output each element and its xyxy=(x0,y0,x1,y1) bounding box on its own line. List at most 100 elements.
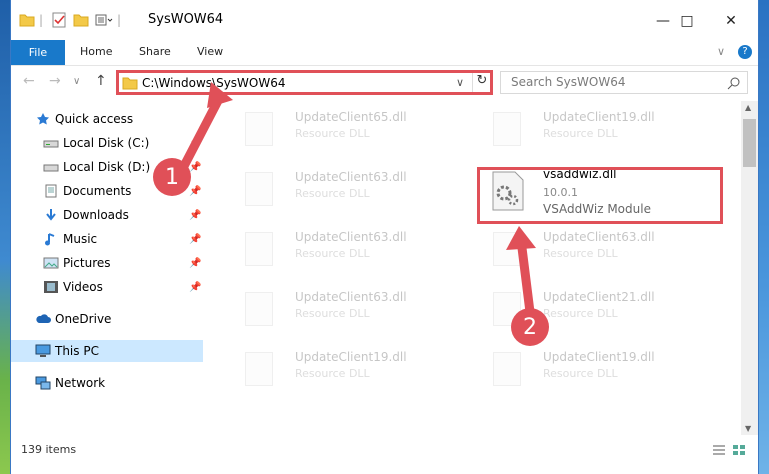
file-item[interactable]: UpdateClient19.dll Resource DLL xyxy=(477,345,717,395)
file-name: UpdateClient19.dll xyxy=(543,350,655,364)
search-placeholder: Search SysWOW64 xyxy=(511,75,626,89)
file-item[interactable]: UpdateClient63.dll Resource DLL xyxy=(229,165,469,215)
pin-icon: 📌 xyxy=(189,257,202,269)
forward-button[interactable]: → xyxy=(49,73,61,89)
file-type: Resource DLL xyxy=(543,127,618,140)
computer-icon xyxy=(35,344,51,357)
up-button[interactable]: ↑ xyxy=(95,73,107,89)
file-name: UpdateClient63.dll xyxy=(295,290,407,304)
scroll-up-arrow-icon[interactable]: ▲ xyxy=(745,103,751,112)
explorer-window: | | SysWOW64 — □ ✕ File Home Share View … xyxy=(10,0,759,474)
scrollbar-thumb[interactable] xyxy=(743,119,756,167)
sidebar-item-quick-access[interactable]: Quick access xyxy=(11,108,203,130)
item-count: 139 items xyxy=(21,443,77,456)
vsaddwiz-highlight-box xyxy=(477,167,723,224)
star-icon xyxy=(37,113,49,125)
dll-file-icon xyxy=(245,292,273,326)
file-item[interactable]: UpdateClient63.dll Resource DLL xyxy=(229,225,469,275)
tab-home[interactable]: Home xyxy=(80,45,112,58)
new-folder-icon[interactable] xyxy=(73,13,89,27)
callout-1: 1 xyxy=(153,158,191,196)
file-name: UpdateClient19.dll xyxy=(543,110,655,124)
folder-icon xyxy=(19,14,35,27)
file-type: Resource DLL xyxy=(543,247,618,260)
pin-icon: 📌 xyxy=(189,209,202,221)
file-type: Resource DLL xyxy=(295,127,370,140)
title-separator: | xyxy=(117,13,122,27)
file-type: Resource DLL xyxy=(295,247,370,260)
sidebar-item-label: This PC xyxy=(55,344,99,358)
sidebar-item-onedrive[interactable]: OneDrive xyxy=(11,308,203,330)
file-name: UpdateClient21.dll xyxy=(543,290,655,304)
dll-file-icon xyxy=(493,232,521,266)
address-dropdown-button[interactable]: ∨ xyxy=(456,76,464,89)
file-type: Resource DLL xyxy=(295,307,370,320)
documents-icon xyxy=(45,184,57,198)
sidebar-item-label: Videos xyxy=(63,280,103,294)
sidebar-item-label: Documents xyxy=(63,184,132,198)
file-name: UpdateClient63.dll xyxy=(543,230,655,244)
title-bar: | | SysWOW64 — □ ✕ xyxy=(11,0,758,40)
recent-locations-button[interactable]: ∨ xyxy=(73,76,80,87)
refresh-button[interactable]: ↻ xyxy=(472,73,491,92)
tab-file[interactable]: File xyxy=(11,40,65,65)
search-icon xyxy=(727,77,740,90)
sidebar-item-label: Downloads xyxy=(63,208,129,222)
drive-icon xyxy=(43,164,59,172)
window-title: SysWOW64 xyxy=(148,12,224,27)
network-icon xyxy=(35,376,51,390)
sidebar-item-label: OneDrive xyxy=(55,312,112,326)
sidebar-item-label: Pictures xyxy=(63,256,111,270)
desktop-background-left xyxy=(0,0,10,474)
file-list: UpdateClient65.dll Resource DLL UpdateCl… xyxy=(211,101,741,435)
tab-view[interactable]: View xyxy=(197,45,223,58)
file-item[interactable]: UpdateClient19.dll Resource DLL xyxy=(477,105,717,155)
pin-icon: 📌 xyxy=(189,137,202,149)
sidebar-item-downloads[interactable]: Downloads 📌 xyxy=(11,204,203,226)
dll-file-icon xyxy=(245,112,273,146)
pictures-icon xyxy=(43,257,59,269)
sidebar-item-pictures[interactable]: Pictures 📌 xyxy=(11,252,203,274)
back-button[interactable]: ← xyxy=(23,73,35,89)
close-button[interactable]: ✕ xyxy=(716,10,746,32)
details-view-icon[interactable] xyxy=(712,444,726,456)
help-button[interactable]: ? xyxy=(738,45,752,59)
callout-2: 2 xyxy=(511,308,549,346)
dll-file-icon xyxy=(493,112,521,146)
sidebar-item-label: Local Disk (D:) xyxy=(63,160,151,174)
dll-file-icon xyxy=(245,352,273,386)
file-name: UpdateClient63.dll xyxy=(295,230,407,244)
file-item[interactable]: UpdateClient65.dll Resource DLL xyxy=(229,105,469,155)
address-text: C:\Windows\SysWOW64 xyxy=(142,76,286,90)
pin-icon: 📌 xyxy=(189,233,202,245)
sidebar-item-local-disk-c[interactable]: Local Disk (C:) 📌 xyxy=(11,132,203,154)
file-type: Resource DLL xyxy=(543,307,618,320)
customize-toolbar-icon[interactable] xyxy=(95,13,113,27)
tab-share[interactable]: Share xyxy=(139,45,171,58)
dll-file-icon xyxy=(493,352,521,386)
navigation-pane: Quick access Local Disk (C:) 📌 Local Dis… xyxy=(11,101,203,435)
pin-icon: 📌 xyxy=(189,161,202,173)
maximize-button[interactable]: □ xyxy=(672,10,702,32)
address-bar[interactable]: C:\Windows\SysWOW64 ∨ ↻ xyxy=(116,70,493,95)
collapse-ribbon-button[interactable]: ∨ xyxy=(717,45,725,58)
sidebar-item-network[interactable]: Network xyxy=(11,372,203,394)
scroll-down-arrow-icon[interactable]: ▼ xyxy=(745,424,751,433)
sidebar-item-this-pc[interactable]: This PC xyxy=(11,340,203,362)
file-type: Resource DLL xyxy=(543,367,618,380)
folder-icon xyxy=(122,77,138,90)
search-box[interactable]: Search SysWOW64 xyxy=(500,71,748,94)
sidebar-item-music[interactable]: Music 📌 xyxy=(11,228,203,250)
file-item[interactable]: UpdateClient63.dll Resource DLL xyxy=(229,285,469,335)
large-icons-view-icon[interactable] xyxy=(732,444,746,456)
file-item[interactable]: UpdateClient19.dll Resource DLL xyxy=(229,345,469,395)
vertical-scrollbar[interactable]: ▲ ▼ xyxy=(741,101,758,435)
cloud-icon xyxy=(36,314,51,323)
drive-icon xyxy=(43,140,59,148)
sidebar-item-videos[interactable]: Videos 📌 xyxy=(11,276,203,298)
sidebar-item-label: Local Disk (C:) xyxy=(63,136,150,150)
properties-icon[interactable] xyxy=(51,12,67,28)
file-name: UpdateClient19.dll xyxy=(295,350,407,364)
desktop-background-right xyxy=(759,0,769,474)
file-item[interactable]: UpdateClient63.dll Resource DLL xyxy=(477,225,717,275)
